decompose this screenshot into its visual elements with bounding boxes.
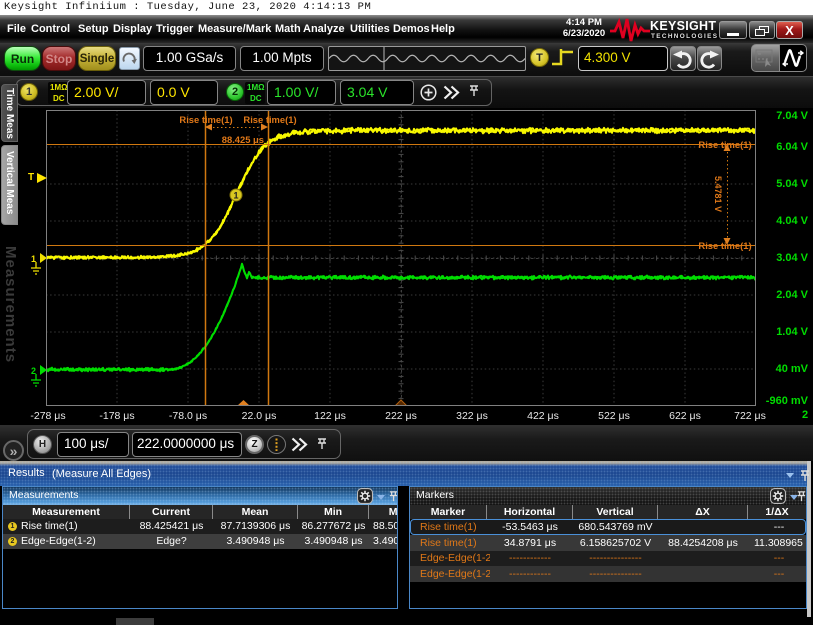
svg-text:88.425 μs: 88.425 μs [222, 134, 264, 145]
svg-text:Rise time(1): Rise time(1) [243, 114, 296, 125]
svg-text:1: 1 [233, 191, 238, 201]
svg-text:5.4781 V: 5.4781 V [713, 176, 723, 212]
svg-text:Rise time(1): Rise time(1) [698, 240, 751, 251]
svg-text:2: 2 [31, 366, 36, 376]
svg-text:Rise time(1): Rise time(1) [179, 114, 232, 125]
svg-text:Rise time(1): Rise time(1) [698, 139, 751, 150]
svg-text:1: 1 [31, 254, 36, 264]
